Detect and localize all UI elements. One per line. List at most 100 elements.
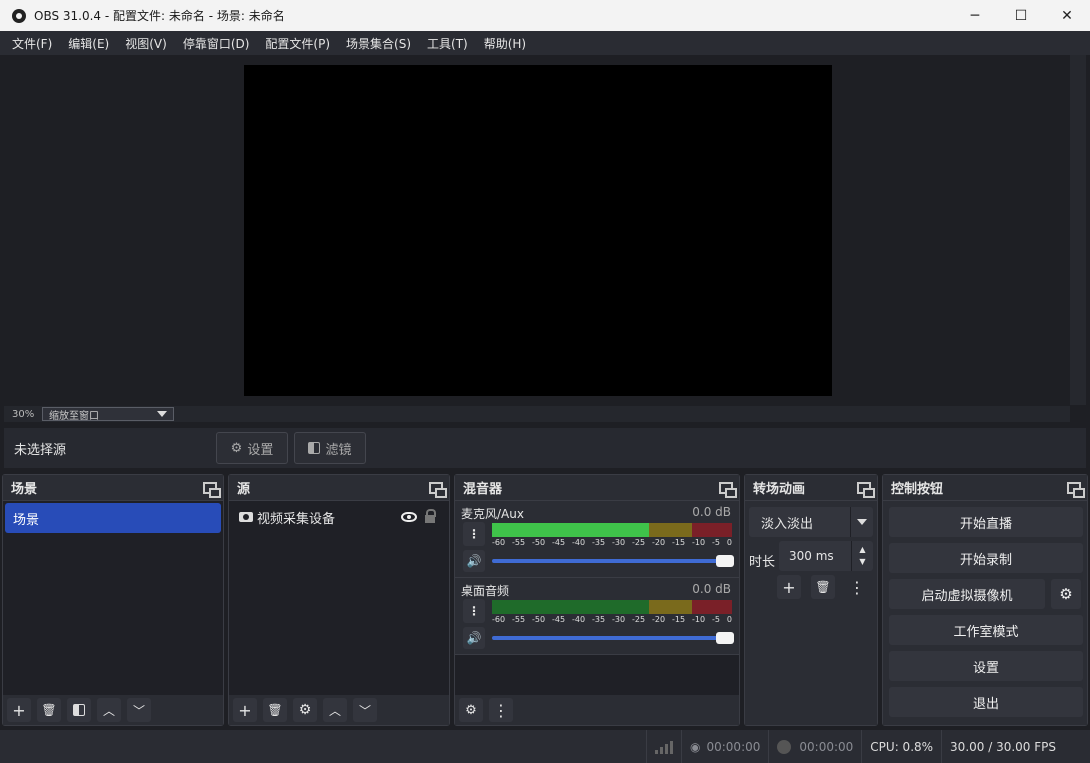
scale-tick: 0 bbox=[726, 538, 732, 547]
minimize-button[interactable]: ─ bbox=[952, 0, 998, 31]
scale-tick: -15 bbox=[672, 538, 686, 547]
add-scene-button[interactable]: + bbox=[7, 698, 31, 722]
meter-yellow bbox=[649, 523, 692, 537]
transition-value: 淡入淡出 bbox=[761, 516, 814, 532]
plus-icon: + bbox=[12, 700, 26, 720]
chevron-up-icon: ︿ bbox=[102, 703, 115, 718]
move-scene-up-button[interactable]: ︿ bbox=[97, 698, 121, 722]
chevron-up-icon[interactable]: ▲ bbox=[859, 544, 865, 556]
undock-icon[interactable] bbox=[1067, 481, 1085, 498]
mixer-track-desktop: 桌面音频 0.0 dB ⋮ -60 -55 -50 -45 -40 -35 -3… bbox=[455, 578, 739, 655]
undock-icon[interactable] bbox=[429, 481, 447, 498]
close-button[interactable]: ✕ bbox=[1044, 0, 1090, 31]
start-streaming-button[interactable]: 开始直播 bbox=[889, 507, 1083, 537]
remove-scene-button[interactable]: 🗑 bbox=[37, 698, 61, 722]
sources-dock: 源 视频采集设备 + 🗑 ⚙ ︿ ﹀ bbox=[228, 474, 450, 726]
virtual-camera-settings-button[interactable]: ⚙ bbox=[1051, 579, 1081, 609]
preview-area[interactable] bbox=[4, 55, 1070, 405]
menu-scene-collection[interactable]: 场景集合(S) bbox=[338, 35, 419, 52]
mixer-menu-button[interactable]: ⋮ bbox=[489, 698, 513, 722]
duration-spinbox[interactable]: 300 ms ▲ ▼ bbox=[779, 541, 873, 571]
source-filters-button[interactable]: 滤镜 bbox=[294, 432, 366, 464]
scale-tick: -5 bbox=[712, 615, 720, 624]
eye-icon[interactable] bbox=[401, 512, 417, 522]
filter-icon bbox=[308, 442, 321, 454]
studio-mode-button[interactable]: 工作室模式 bbox=[889, 615, 1083, 645]
track-name: 麦克风/Aux bbox=[461, 507, 524, 521]
menu-view[interactable]: 视图(V) bbox=[117, 35, 175, 52]
source-list-item[interactable]: 视频采集设备 bbox=[229, 501, 449, 533]
record-time: 00:00:00 bbox=[799, 739, 854, 754]
slider-handle[interactable] bbox=[716, 632, 734, 644]
network-status bbox=[646, 730, 681, 763]
advanced-audio-button[interactable]: ⚙ bbox=[459, 698, 483, 722]
controls-dock-title: 控制按钮 bbox=[891, 482, 944, 497]
meter-scale: -60 -55 -50 -45 -40 -35 -30 -25 -20 -15 … bbox=[492, 615, 732, 625]
menu-tools[interactable]: 工具(T) bbox=[419, 35, 476, 52]
chevron-down-icon: ﹀ bbox=[358, 703, 371, 718]
menu-profile[interactable]: 配置文件(P) bbox=[257, 35, 338, 52]
volume-meter bbox=[492, 600, 732, 614]
unlock-icon[interactable] bbox=[425, 509, 436, 523]
spin-arrows[interactable]: ▲ ▼ bbox=[851, 541, 873, 571]
menu-edit[interactable]: 编辑(E) bbox=[60, 35, 117, 52]
chevron-down-icon bbox=[157, 411, 167, 417]
mute-button[interactable]: 🔊 bbox=[463, 550, 485, 572]
duration-value: 300 ms bbox=[789, 549, 834, 563]
source-properties-button[interactable]: ⚙ bbox=[293, 698, 317, 722]
transition-menu-button[interactable]: ⋮ bbox=[845, 575, 869, 599]
source-settings-button[interactable]: ⚙ 设置 bbox=[216, 432, 288, 464]
transition-dropdown[interactable]: 淡入淡出 bbox=[749, 507, 873, 537]
zoom-mode-value: 缩放至窗口 bbox=[49, 410, 99, 422]
transitions-dock: 转场动画 淡入淡出 时长 300 ms ▲ ▼ + 🗑 ⋮ bbox=[744, 474, 878, 726]
volume-slider[interactable] bbox=[492, 555, 734, 567]
add-transition-button[interactable]: + bbox=[777, 575, 801, 599]
track-menu-button[interactable]: ⋮ bbox=[463, 599, 485, 623]
scenes-dock: 场景 场景 + 🗑 ︿ ﹀ bbox=[2, 474, 224, 726]
mixer-track-mic: 麦克风/Aux 0.0 dB ⋮ -60 -55 -50 -45 -40 -35… bbox=[455, 501, 739, 578]
trash-icon: 🗑 bbox=[41, 703, 57, 717]
scale-tick: -60 bbox=[492, 615, 506, 624]
speaker-icon: 🔊 bbox=[466, 631, 482, 645]
plus-icon: + bbox=[782, 577, 796, 597]
undock-icon[interactable] bbox=[857, 481, 875, 498]
remove-source-button[interactable]: 🗑 bbox=[263, 698, 287, 722]
move-scene-down-button[interactable]: ﹀ bbox=[127, 698, 151, 722]
gears-icon: ⚙ bbox=[465, 702, 477, 718]
volume-slider[interactable] bbox=[492, 632, 734, 644]
meter-yellow bbox=[649, 600, 692, 614]
duration-label: 时长 bbox=[749, 555, 776, 570]
plus-icon: + bbox=[238, 700, 252, 720]
mute-button[interactable]: 🔊 bbox=[463, 627, 485, 649]
maximize-button[interactable]: ☐ bbox=[998, 0, 1044, 31]
move-source-up-button[interactable]: ︿ bbox=[323, 698, 347, 722]
menu-docks[interactable]: 停靠窗口(D) bbox=[175, 35, 258, 52]
settings-button[interactable]: 设置 bbox=[889, 651, 1083, 681]
remove-transition-button[interactable]: 🗑 bbox=[811, 575, 835, 599]
scene-filters-button[interactable] bbox=[67, 698, 91, 722]
preview-canvas[interactable] bbox=[244, 65, 832, 396]
undock-icon[interactable] bbox=[203, 481, 221, 498]
move-source-down-button[interactable]: ﹀ bbox=[353, 698, 377, 722]
exit-button[interactable]: 退出 bbox=[889, 687, 1083, 717]
slider-handle[interactable] bbox=[716, 555, 734, 567]
scale-tick: -45 bbox=[552, 538, 566, 547]
start-recording-button[interactable]: 开始录制 bbox=[889, 543, 1083, 573]
chevron-down-icon[interactable]: ▼ bbox=[859, 556, 865, 568]
preview-scrollbar[interactable] bbox=[1070, 55, 1086, 405]
scale-tick: -50 bbox=[532, 538, 546, 547]
transitions-dock-header: 转场动画 bbox=[745, 475, 877, 501]
scene-list-item[interactable]: 场景 bbox=[5, 503, 221, 533]
add-source-button[interactable]: + bbox=[233, 698, 257, 722]
signal-bars-icon bbox=[655, 740, 673, 754]
scale-tick: -15 bbox=[672, 615, 686, 624]
source-settings-label: 设置 bbox=[247, 442, 274, 458]
start-virtual-camera-button[interactable]: 启动虚拟摄像机 bbox=[889, 579, 1045, 609]
menu-help[interactable]: 帮助(H) bbox=[476, 35, 534, 52]
sources-dock-header: 源 bbox=[229, 475, 449, 501]
menu-file[interactable]: 文件(F) bbox=[4, 35, 60, 52]
undock-icon[interactable] bbox=[719, 481, 737, 498]
track-menu-button[interactable]: ⋮ bbox=[463, 522, 485, 546]
zoom-mode-dropdown[interactable]: 缩放至窗口 bbox=[42, 407, 174, 422]
gear-icon: ⚙ bbox=[1059, 585, 1073, 603]
